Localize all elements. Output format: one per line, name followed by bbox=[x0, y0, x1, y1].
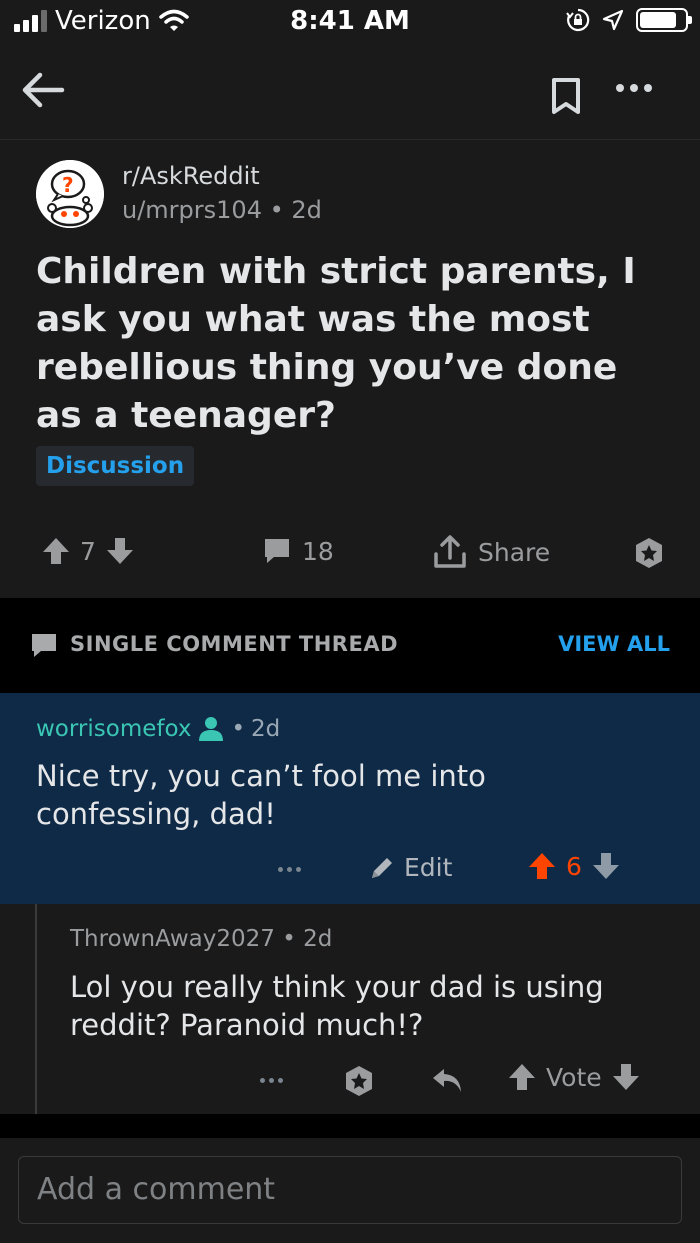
reply-icon[interactable] bbox=[430, 1066, 464, 1096]
pencil-icon bbox=[372, 857, 392, 878]
comment-header: worrisomefox • 2d bbox=[36, 715, 280, 743]
op-user-icon bbox=[199, 717, 224, 741]
more-icon[interactable] bbox=[260, 1078, 283, 1083]
nav-bar bbox=[0, 46, 700, 140]
meta-separator: • bbox=[231, 716, 246, 742]
reply-header: ThrownAway2027 • 2d bbox=[70, 926, 332, 952]
post: ? r/AskReddit u/mrprs104 • 2d Children w… bbox=[0, 140, 700, 598]
share-label: Share bbox=[478, 537, 551, 567]
comment-count: 18 bbox=[302, 536, 334, 566]
reply-comment: ThrownAway2027 • 2d Lol you really think… bbox=[0, 904, 700, 1114]
more-icon[interactable] bbox=[278, 867, 301, 872]
post-meta: u/mrprs104 • 2d bbox=[122, 196, 322, 224]
edit-label: Edit bbox=[404, 853, 453, 882]
svg-text:?: ? bbox=[62, 173, 74, 197]
upvote-icon[interactable] bbox=[528, 851, 556, 881]
post-flair[interactable]: Discussion bbox=[36, 446, 195, 486]
downvote-icon[interactable] bbox=[592, 851, 620, 881]
separator bbox=[0, 1114, 700, 1138]
post-score: 7 bbox=[80, 536, 96, 566]
comment-author[interactable]: worrisomefox bbox=[36, 716, 191, 742]
downvote-icon[interactable] bbox=[612, 1062, 640, 1092]
share-button[interactable]: Share bbox=[432, 534, 550, 570]
meta-separator: • bbox=[269, 196, 292, 224]
award-button[interactable] bbox=[632, 536, 666, 570]
post-author[interactable]: u/mrprs104 bbox=[122, 196, 262, 224]
post-age: 2d bbox=[291, 196, 322, 224]
reply-body: Lol you really think your dad is using r… bbox=[70, 970, 604, 1042]
vote-label: Vote bbox=[546, 1062, 602, 1092]
comment-vote-group: 6 bbox=[528, 851, 620, 881]
view-all-link[interactable]: VIEW ALL bbox=[558, 632, 670, 656]
status-icons bbox=[566, 8, 692, 32]
comment-body: Nice try, you can’t fool me into confess… bbox=[36, 759, 486, 831]
single-thread-bar: SINGLE COMMENT THREAD VIEW ALL bbox=[0, 598, 700, 693]
subreddit-name[interactable]: r/AskReddit bbox=[122, 162, 260, 190]
comment-composer: Add a comment bbox=[0, 1138, 700, 1243]
thread-label: SINGLE COMMENT THREAD bbox=[70, 632, 399, 656]
reply-age: 2d bbox=[303, 926, 333, 952]
subreddit-avatar[interactable]: ? bbox=[36, 160, 104, 228]
add-comment-input[interactable]: Add a comment bbox=[18, 1156, 682, 1224]
award-icon[interactable] bbox=[342, 1064, 376, 1098]
status-bar: Verizon 8:41 AM bbox=[0, 0, 700, 46]
comment-icon bbox=[32, 634, 56, 657]
post-actions: 7 18 Share bbox=[0, 534, 700, 574]
bookmark-icon[interactable] bbox=[548, 76, 584, 116]
reply-author[interactable]: ThrownAway2027 bbox=[70, 926, 275, 952]
comment-icon bbox=[265, 539, 289, 563]
comment-score: 6 bbox=[566, 851, 582, 881]
reply-actions: Vote bbox=[0, 1062, 700, 1102]
downvote-icon[interactable] bbox=[106, 536, 134, 566]
lock-rotation-icon bbox=[566, 8, 590, 32]
location-icon bbox=[602, 9, 624, 31]
post-vote-group: 7 bbox=[42, 536, 134, 566]
more-icon[interactable] bbox=[616, 84, 652, 92]
award-icon bbox=[636, 538, 662, 568]
comments-button[interactable]: 18 bbox=[262, 536, 334, 566]
post-title[interactable]: Children with strict parents, I ask you … bbox=[36, 248, 666, 440]
meta-separator: • bbox=[282, 926, 304, 952]
upvote-icon[interactable] bbox=[508, 1062, 536, 1092]
upvote-icon[interactable] bbox=[42, 536, 70, 566]
share-icon bbox=[434, 535, 466, 568]
comment-age: 2d bbox=[251, 716, 281, 742]
highlighted-comment: worrisomefox • 2d Nice try, you can’t fo… bbox=[0, 693, 700, 904]
battery-icon bbox=[636, 8, 692, 32]
reply-vote-group: Vote bbox=[508, 1062, 640, 1092]
edit-button[interactable]: Edit bbox=[368, 853, 452, 882]
askreddit-logo-icon: ? bbox=[36, 160, 104, 228]
back-arrow-icon[interactable] bbox=[18, 68, 68, 112]
comment-actions: Edit 6 bbox=[0, 851, 700, 891]
